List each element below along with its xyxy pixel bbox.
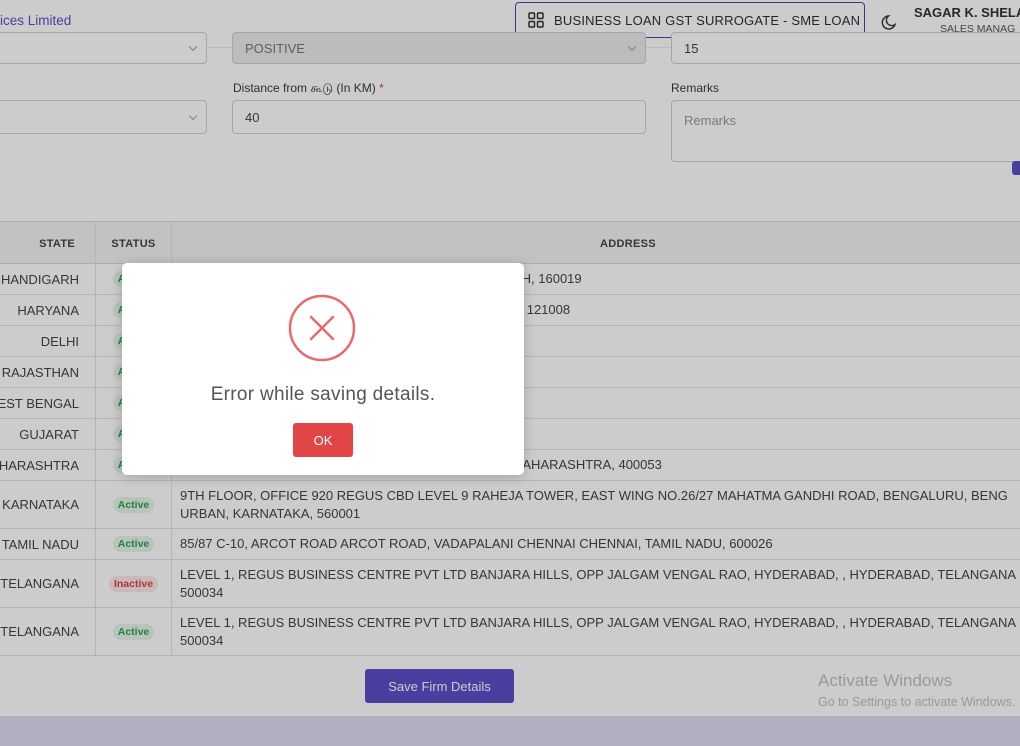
error-x-icon (288, 294, 356, 362)
error-message: Error while saving details. (210, 384, 436, 405)
error-dialog: Error while saving details. OK (122, 263, 524, 475)
ok-button[interactable]: OK (293, 423, 353, 457)
